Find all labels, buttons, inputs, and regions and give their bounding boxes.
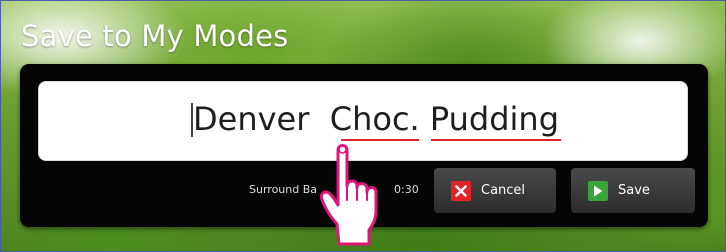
- save-button[interactable]: Save: [571, 168, 695, 213]
- pointing-hand-icon: [320, 144, 378, 246]
- mode-name-value: Denver Choc. Pudding: [193, 100, 559, 138]
- cancel-button[interactable]: Cancel: [434, 168, 556, 213]
- mode-time-value: 0:30: [394, 183, 419, 196]
- close-x-icon: [451, 180, 471, 201]
- play-icon: [588, 180, 608, 201]
- cancel-button-label: Cancel: [481, 183, 526, 198]
- background-image: Save to My Modes Denver Choc. Pudding Su…: [0, 0, 726, 252]
- page-title: Save to My Modes: [21, 19, 289, 53]
- spellcheck-underline-pudding: [431, 139, 561, 141]
- mode-info-label: Surround Ba: [249, 183, 318, 196]
- save-button-label: Save: [618, 183, 650, 198]
